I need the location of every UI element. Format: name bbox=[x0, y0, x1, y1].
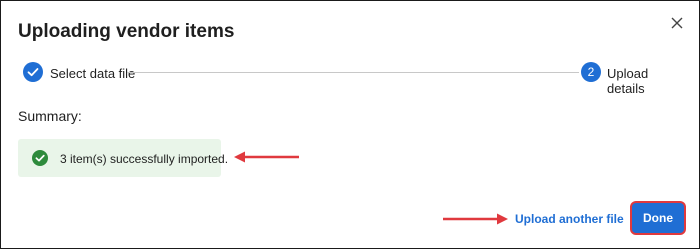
step-connector bbox=[127, 72, 579, 73]
success-check-icon bbox=[32, 150, 48, 166]
check-icon bbox=[27, 68, 39, 77]
step-completed-indicator bbox=[23, 62, 43, 82]
success-message: 3 item(s) successfully imported. bbox=[60, 152, 229, 166]
stepper: Select data file 2 Upload details bbox=[23, 62, 685, 96]
done-button[interactable]: Done bbox=[632, 203, 684, 233]
upload-another-file-link[interactable]: Upload another file bbox=[515, 212, 624, 226]
annotation-arrow-right bbox=[443, 213, 508, 225]
success-alert: 3 item(s) successfully imported. bbox=[18, 139, 228, 177]
step-2-label: Upload details bbox=[607, 66, 649, 96]
step-1-label: Select data file bbox=[50, 66, 136, 81]
summary-label: Summary: bbox=[18, 108, 82, 124]
dialog-title: Uploading vendor items bbox=[18, 21, 235, 42]
step-2-indicator: 2 bbox=[581, 62, 601, 82]
annotation-arrow-left bbox=[234, 151, 299, 163]
close-icon[interactable] bbox=[669, 15, 685, 31]
upload-dialog: Uploading vendor items Select data file … bbox=[0, 0, 700, 249]
